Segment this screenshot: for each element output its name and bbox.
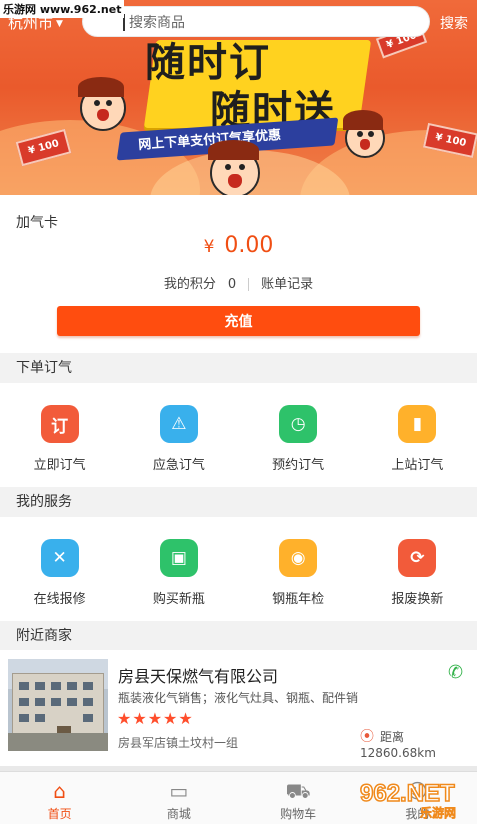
search-placeholder: 搜索商品: [129, 14, 185, 31]
order-item-label: 应急订气: [152, 458, 205, 473]
order-item[interactable]: ▮ 上站订气: [358, 383, 477, 487]
order-now-icon: 订: [40, 405, 79, 443]
merchant-name: 房县天保燃气有限公司: [118, 667, 279, 686]
tab-label: 购物车: [280, 807, 317, 821]
points-value: 0: [227, 277, 237, 292]
phone-call-icon[interactable]: ✆: [448, 662, 468, 683]
gas-card-title: 加气卡: [16, 215, 58, 231]
service-item-label: 报废换新: [391, 592, 444, 607]
gas-card-panel: 加气卡 ¥0.00 我的积分 0 账单记录 充值: [0, 195, 477, 353]
search-button[interactable]: 搜索: [440, 13, 468, 33]
divider: [248, 278, 250, 291]
home-icon: ⌂: [53, 779, 66, 803]
tab-3[interactable]: ⛟ 购物车: [239, 772, 358, 824]
order-item-label: 上站订气: [391, 458, 444, 473]
inspection-icon: ◉: [279, 539, 318, 577]
watermark-logo-text: 962.NET: [360, 780, 455, 807]
currency-symbol: ¥: [203, 237, 215, 257]
location-pin-icon: ⦿: [360, 729, 374, 745]
merchant-photo: [8, 659, 108, 751]
repair-tools-icon: ✕: [40, 539, 79, 577]
order-item[interactable]: ⚠ 应急订气: [119, 383, 238, 487]
merchant-address: 房县军店镇土坟村一组: [118, 736, 239, 750]
service-item[interactable]: ⟳ 报废换新: [358, 517, 477, 621]
merchant-card[interactable]: 房县天保燃气有限公司 瓶装液化气销售；液化气灶具、钢瓶、配件销 ★★★★★ 房县…: [0, 650, 477, 766]
tab-label: 商城: [166, 807, 191, 821]
service-item[interactable]: ◉ 钢瓶年检: [239, 517, 358, 621]
points-label: 我的积分: [163, 277, 216, 292]
cartoon-face-icon: [343, 110, 385, 158]
tab-1[interactable]: ⌂ 首页: [0, 772, 119, 824]
chevron-down-icon: ▼: [56, 18, 63, 29]
cart-icon: ⛟: [285, 779, 311, 803]
section-title-services: 我的服务: [0, 487, 477, 517]
merchant-distance: ⦿ 距离12860.68km: [360, 726, 477, 760]
gas-cylinder-icon: ▮: [398, 405, 437, 443]
card-links: 我的积分 0 账单记录: [0, 273, 477, 292]
order-item[interactable]: ◷ 预约订气: [239, 383, 358, 487]
service-item-label: 在线报修: [33, 592, 86, 607]
order-item-label: 预约订气: [272, 458, 325, 473]
watermark-logo: 962.NET 乐游网: [359, 779, 456, 820]
section-title-nearby: 附近商家: [0, 621, 477, 651]
search-input[interactable]: 搜索商品: [82, 6, 430, 37]
exchange-icon: ⟳: [398, 539, 437, 577]
service-item-label: 钢瓶年检: [272, 592, 325, 607]
services-grid: ✕ 在线报修 ▣ 购买新瓶 ◉ 钢瓶年检 ⟳ 报废换新: [0, 517, 477, 621]
recharge-button[interactable]: 充值: [57, 306, 420, 336]
section-title-order: 下单订气: [0, 353, 477, 383]
tab-label: 首页: [47, 807, 72, 821]
rating-stars: ★★★★★: [117, 709, 194, 728]
bill-records-link[interactable]: 账单记录: [261, 277, 313, 292]
balance-amount: ¥0.00: [0, 233, 477, 258]
points-link[interactable]: 我的积分 0: [164, 277, 236, 292]
watermark-logo-sub: 乐游网: [420, 805, 456, 820]
order-grid: 订立即订气 ⚠ 应急订气 ◷ 预约订气 ▮ 上站订气: [0, 383, 477, 487]
emergency-light-icon: ⚠: [159, 405, 198, 443]
tab-2[interactable]: ▭ 商城: [119, 772, 238, 824]
merchant-description: 瓶装液化气销售；液化气灶具、钢瓶、配件销: [118, 691, 359, 705]
clock-icon: ◷: [279, 405, 318, 443]
service-item[interactable]: ▣ 购买新瓶: [119, 517, 238, 621]
cartoon-face-icon: [208, 140, 260, 195]
watermark-site: 乐游网 www.962.net: [0, 0, 125, 18]
order-item[interactable]: 订立即订气: [0, 383, 119, 487]
service-item[interactable]: ✕ 在线报修: [0, 517, 119, 621]
cartoon-face-icon: [78, 77, 126, 131]
store-icon: ▭: [169, 779, 189, 803]
order-item-label: 立即订气: [33, 458, 86, 473]
balance-value: 0.00: [224, 233, 274, 258]
new-cylinder-icon: ▣: [159, 539, 198, 577]
service-item-label: 购买新瓶: [152, 592, 205, 607]
